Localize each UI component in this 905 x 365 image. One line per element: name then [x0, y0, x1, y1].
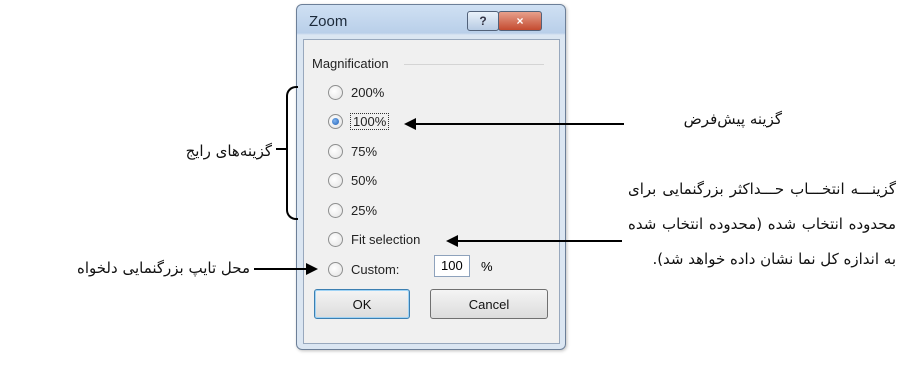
option-fit-selection[interactable]: Fit selection — [328, 229, 420, 249]
common-options-brace-tip — [276, 148, 286, 150]
dialog-title: Zoom — [309, 13, 348, 30]
custom-arrowhead — [306, 263, 318, 275]
fit-selection-arrow-line — [456, 240, 622, 242]
custom-annotation: محل تایپ بزرگنمایی دلخواه — [76, 259, 250, 277]
radio-fit-selection[interactable] — [328, 231, 343, 247]
group-divider — [404, 64, 544, 65]
common-options-brace — [286, 86, 298, 220]
option-75[interactable]: 75% — [328, 141, 377, 161]
close-icon: × — [516, 14, 524, 28]
fit-selection-annotation: گزینـــه انتخـــاب حـــداکثر بزرگنمایی ب… — [628, 180, 896, 268]
magnification-group-label: Magnification — [312, 56, 393, 71]
option-100-label: 100% — [349, 112, 390, 130]
radio-50[interactable] — [328, 172, 343, 188]
option-200-label: 200% — [351, 84, 385, 100]
option-fit-selection-label: Fit selection — [351, 231, 421, 247]
title-bar[interactable]: Zoom ? × — [297, 5, 565, 39]
option-50[interactable]: 50% — [328, 170, 377, 190]
radio-25[interactable] — [328, 202, 343, 218]
option-custom-label: Custom: — [351, 261, 400, 277]
option-50-label: 50% — [351, 172, 378, 188]
option-200[interactable]: 200% — [328, 82, 384, 102]
radio-100[interactable] — [328, 113, 343, 129]
option-25-label: 25% — [351, 202, 378, 218]
percent-sign: % — [481, 259, 493, 274]
radio-custom[interactable] — [328, 261, 343, 277]
default-option-annotation: گزینه پیش‌فرض — [683, 110, 782, 128]
cancel-button-label: Cancel — [468, 296, 510, 312]
custom-zoom-input[interactable]: 100 — [434, 255, 470, 277]
option-75-label: 75% — [351, 143, 378, 159]
common-options-annotation: گزینه‌های رایج — [185, 142, 272, 160]
close-button[interactable]: × — [498, 11, 542, 31]
option-100[interactable]: 100% — [328, 111, 390, 131]
default-arrow-line — [414, 123, 624, 125]
custom-arrow-line — [254, 268, 308, 270]
ok-button[interactable]: OK — [314, 289, 410, 319]
option-custom[interactable]: Custom: — [328, 259, 399, 279]
help-button[interactable]: ? — [467, 11, 499, 31]
radio-75[interactable] — [328, 143, 343, 159]
cancel-button[interactable]: Cancel — [430, 289, 548, 319]
option-25[interactable]: 25% — [328, 200, 377, 220]
ok-button-label: OK — [352, 296, 372, 312]
radio-200[interactable] — [328, 84, 343, 100]
help-icon: ? — [479, 14, 487, 28]
